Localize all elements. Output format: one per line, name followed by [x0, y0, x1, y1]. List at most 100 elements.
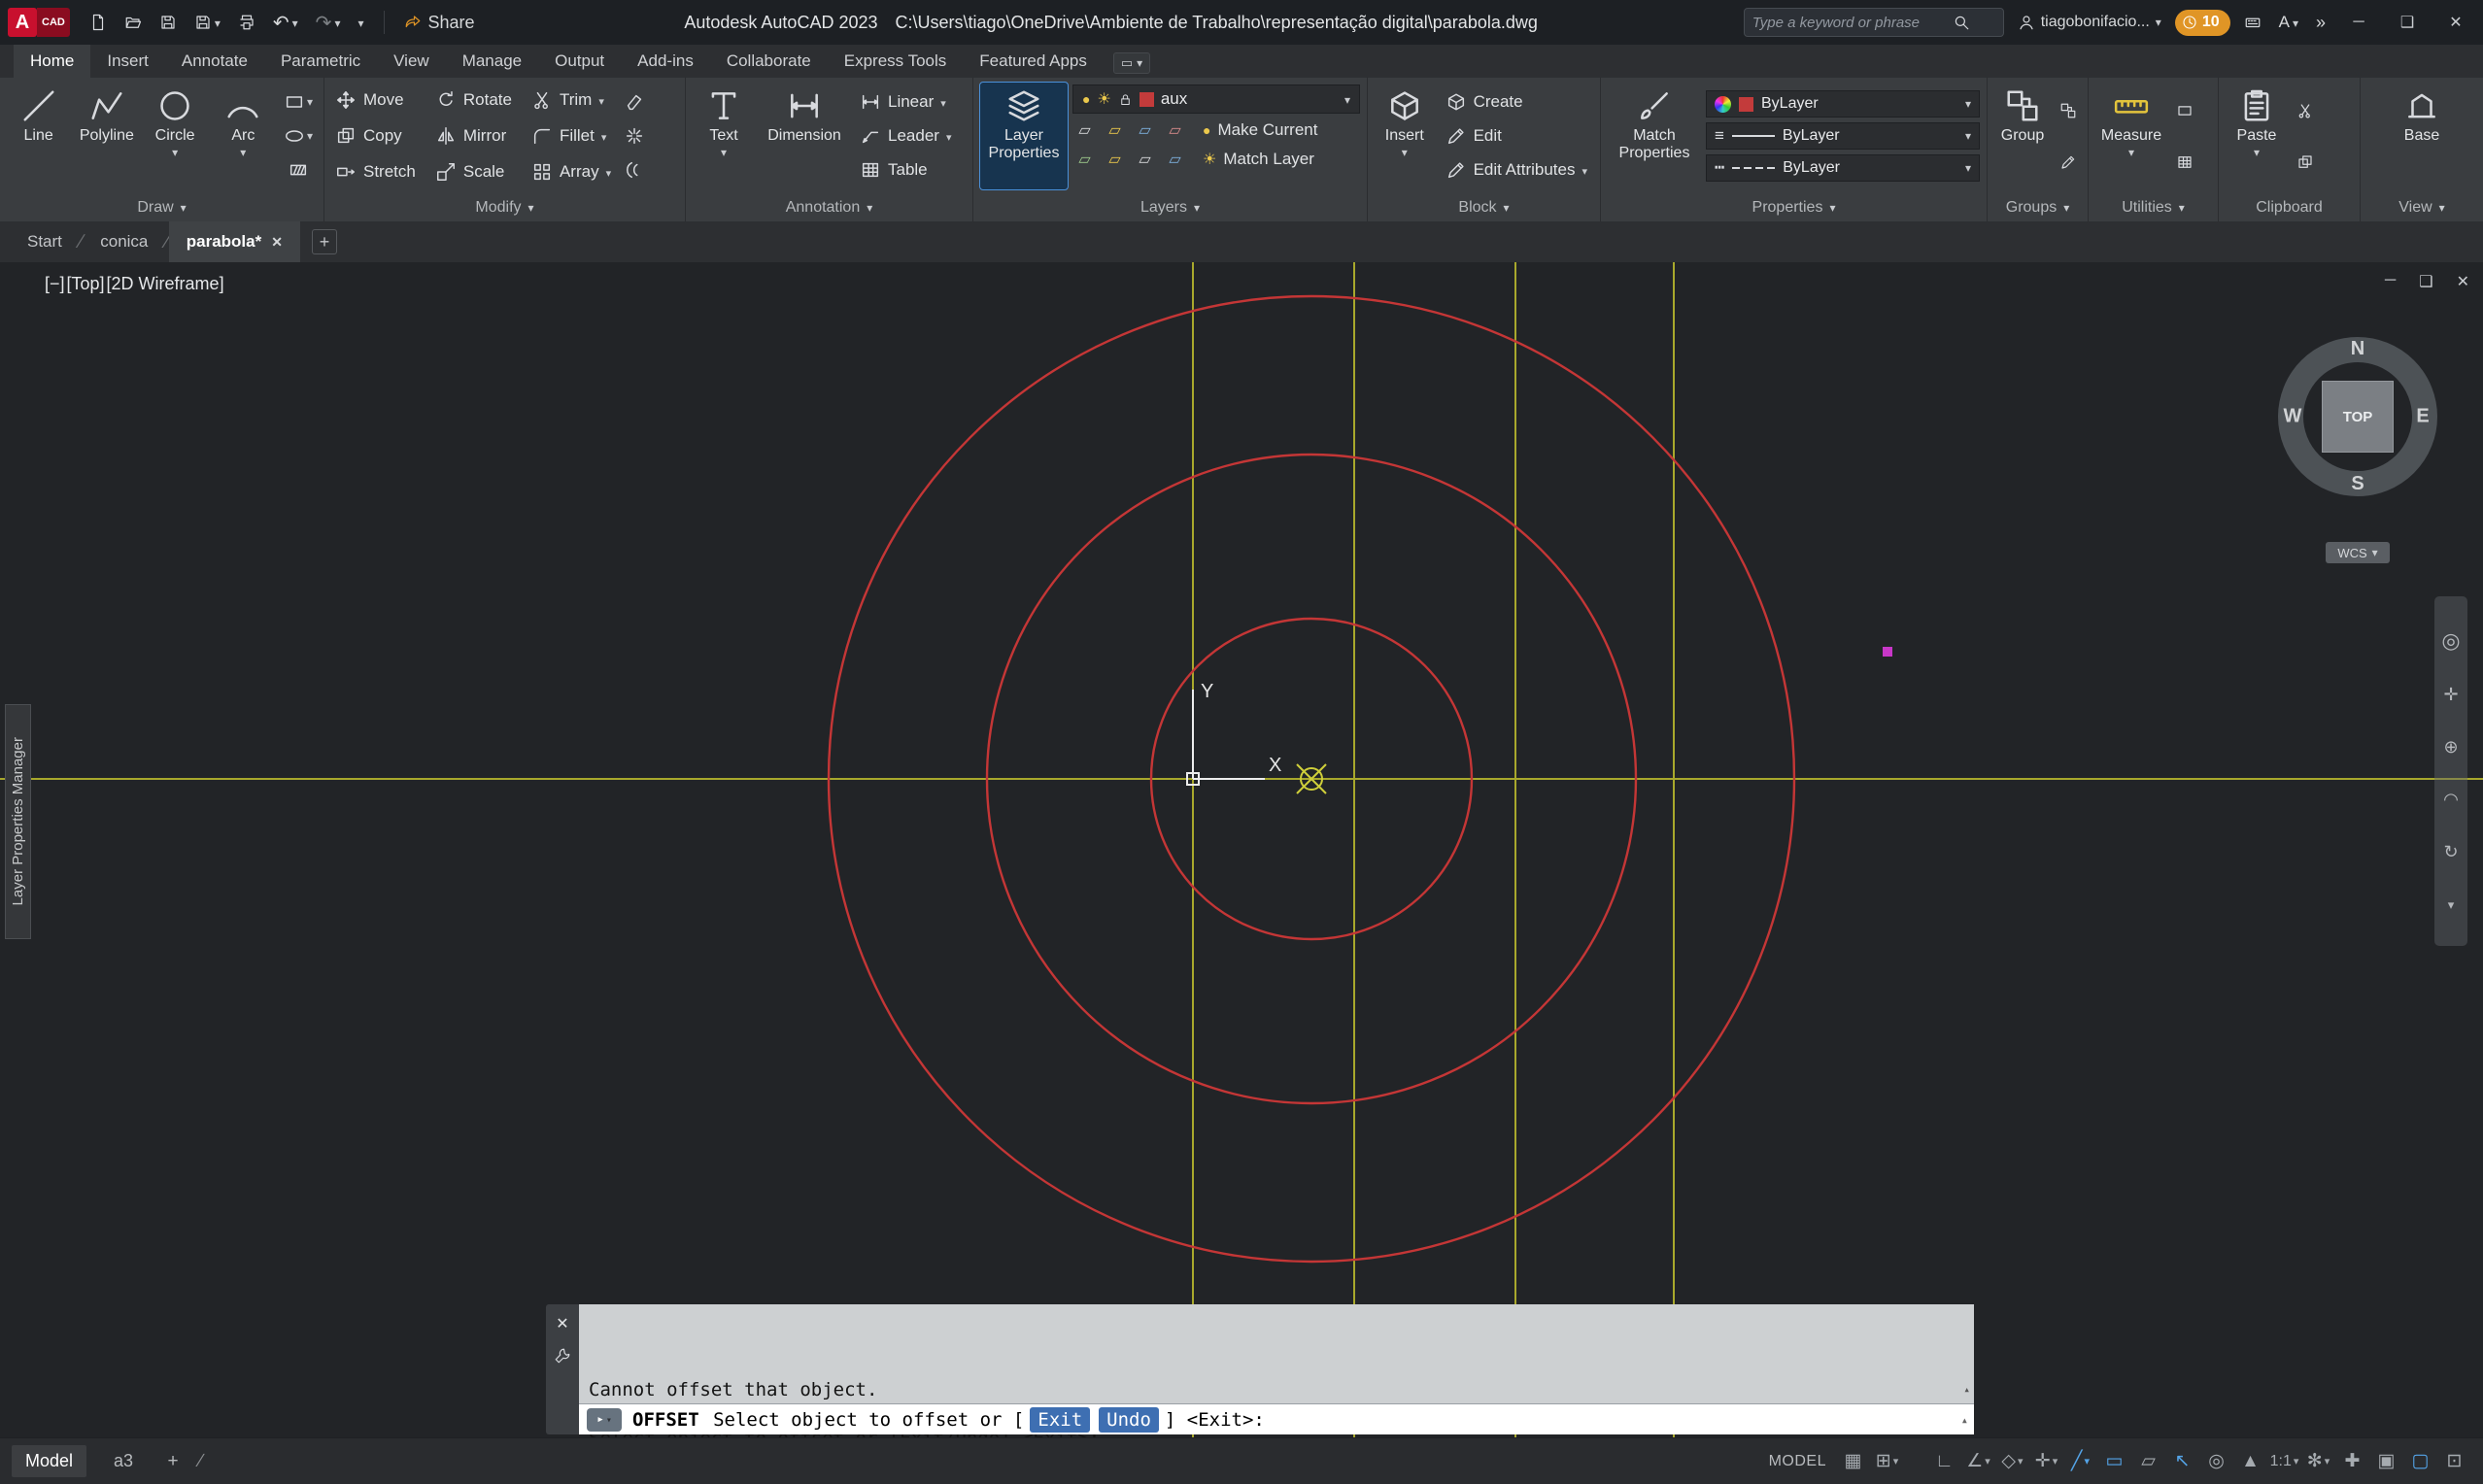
drawing-minimize-icon[interactable]: ─	[2385, 272, 2396, 291]
ribbon-tab[interactable]: Manage	[446, 45, 538, 78]
measure-button[interactable]: Measure	[2095, 83, 2167, 189]
rectangle-button[interactable]	[282, 89, 315, 115]
groups-panel-title[interactable]: Groups	[1988, 194, 2088, 221]
ucs-icon[interactable]	[1186, 690, 1265, 786]
command-option-undo[interactable]: Undo	[1099, 1406, 1159, 1433]
viewport-menu-control[interactable]: [−]	[45, 274, 65, 294]
status-toggle[interactable]: ▢	[2403, 1444, 2437, 1479]
space-mode-label[interactable]: MODEL	[1769, 1453, 1826, 1470]
erase-button[interactable]	[622, 89, 647, 115]
make-current-button[interactable]: Make Current	[1199, 119, 1321, 141]
navigation-wheel-icon[interactable]	[2441, 628, 2460, 654]
layer-properties-palette-tab[interactable]: Layer Properties Manager	[5, 704, 31, 939]
new-file-tab-button[interactable]: +	[311, 229, 337, 254]
modify-tool-button[interactable]: Stretch	[331, 160, 420, 184]
undo-button[interactable]: ↶	[269, 8, 302, 38]
status-toggle[interactable]: ∟	[1927, 1444, 1961, 1479]
ribbon-tab[interactable]: Annotate	[165, 45, 264, 78]
status-toggle[interactable]: ◇	[1995, 1444, 2029, 1479]
ribbon-tab[interactable]: View	[377, 45, 446, 78]
layer-combo-dropdown[interactable]	[1344, 94, 1350, 105]
account-menu[interactable]: tiagobonifacio...	[2014, 11, 2165, 34]
quick-calculator-button[interactable]	[2174, 152, 2195, 173]
recent-commands-icon[interactable]: ▴	[1961, 1413, 1968, 1427]
status-toggle[interactable]: ▦	[1836, 1444, 1870, 1479]
ellipse-button[interactable]	[282, 123, 315, 149]
layer-tool-icon[interactable]	[1072, 150, 1097, 169]
ribbon-tab[interactable]: Output	[538, 45, 621, 78]
line-button[interactable]: Line	[7, 83, 70, 189]
status-toggle[interactable]: ◎	[2199, 1444, 2233, 1479]
polyline-button[interactable]: Polyline	[75, 83, 138, 189]
match-layer-button[interactable]: Match Layer	[1199, 149, 1318, 170]
navbar-more-icon[interactable]	[2448, 894, 2455, 914]
redo-button[interactable]: ↷	[312, 8, 345, 38]
layer-lock-icon[interactable]	[1118, 92, 1133, 107]
annotation-panel-title[interactable]: Annotation	[686, 194, 972, 221]
status-toggle[interactable]: ↖	[2165, 1444, 2199, 1479]
layer-properties-button[interactable]: Layer Properties	[979, 82, 1069, 190]
orbit-icon[interactable]	[2443, 790, 2459, 810]
ungroup-button[interactable]	[2058, 100, 2079, 121]
viewcube-east[interactable]: E	[2411, 406, 2434, 428]
viewcube-west[interactable]: W	[2281, 406, 2304, 428]
keyboard-shortcuts-button[interactable]	[2240, 11, 2265, 34]
arc-dropdown[interactable]	[240, 148, 246, 157]
status-toggle[interactable]: ✛	[2029, 1444, 2063, 1479]
paste-button[interactable]: Paste	[2226, 83, 2288, 189]
wcs-selector[interactable]: WCS	[2326, 542, 2390, 563]
hatch-button[interactable]	[286, 157, 311, 183]
draw-panel-title[interactable]: Draw	[0, 194, 323, 221]
open-drawing-button[interactable]	[120, 11, 146, 34]
drawing-viewport[interactable]: Y X	[0, 262, 2483, 1437]
file-tab[interactable]: conica	[83, 221, 165, 262]
layer-tool-icon[interactable]	[1163, 150, 1187, 169]
layout-overflow-icon[interactable]	[199, 1451, 202, 1472]
share-button[interactable]: Share	[400, 10, 479, 36]
command-customize-wrench-icon[interactable]	[554, 1347, 571, 1365]
maximize-button[interactable]: ❑	[2388, 6, 2427, 39]
circle-dropdown[interactable]	[172, 148, 178, 157]
zoom-icon[interactable]	[2443, 737, 2458, 758]
quick-select-button[interactable]	[2174, 100, 2195, 121]
view-panel-title[interactable]: View	[2361, 194, 2483, 221]
layout-tab-a3[interactable]: a3	[100, 1445, 147, 1477]
view-control[interactable]: [Top]	[67, 274, 105, 294]
status-toggle[interactable]: ╱	[2063, 1444, 2097, 1479]
clipboard-panel-title[interactable]: Clipboard	[2219, 194, 2360, 221]
annotation-tool-button[interactable]: Linear	[856, 90, 950, 114]
status-toggle[interactable]: ▣	[2369, 1444, 2403, 1479]
linetype-combo[interactable]: ┅ ByLayer	[1706, 154, 1980, 182]
qat-customize-button[interactable]	[354, 14, 367, 31]
annotation-tool-button[interactable]: Table	[856, 158, 932, 182]
base-view-button[interactable]: Base	[2392, 83, 2452, 189]
lineweight-combo[interactable]: ≡ ByLayer	[1706, 122, 1980, 150]
command-input-line[interactable]: OFFSET Select object to offset or [ Exit…	[579, 1403, 1974, 1434]
modify-tool-button[interactable]: Trim	[527, 88, 615, 112]
linetype-dropdown[interactable]	[1965, 163, 1971, 173]
status-toggle[interactable]: 1:1	[2267, 1444, 2301, 1479]
drawing-restore-icon[interactable]: ❑	[2419, 272, 2432, 291]
viewcube-south[interactable]: S	[2346, 473, 2369, 495]
layer-on-icon[interactable]	[1082, 89, 1090, 109]
save-button[interactable]	[155, 11, 181, 34]
visual-style-control[interactable]: [2D Wireframe]	[107, 274, 224, 294]
layer-tool-icon[interactable]	[1133, 120, 1157, 140]
block-tool-button[interactable]: Edit Attributes	[1442, 158, 1591, 182]
status-toggle[interactable]: ⊞	[1870, 1444, 1904, 1479]
status-toggle[interactable]: ✻	[2301, 1444, 2335, 1479]
modify-tool-button[interactable]: Copy	[331, 124, 420, 148]
command-window-grip[interactable]: ✕	[546, 1304, 579, 1434]
insert-dropdown[interactable]	[1402, 148, 1408, 157]
layer-tool-icon[interactable]	[1163, 120, 1187, 140]
command-options-badge[interactable]	[587, 1407, 622, 1432]
insert-block-button[interactable]: Insert	[1375, 83, 1435, 189]
layer-control-combo[interactable]: aux	[1072, 84, 1360, 114]
viewcube-top-face[interactable]: TOP	[2322, 381, 2394, 453]
file-tab[interactable]: parabola*	[168, 221, 300, 262]
modify-tool-button[interactable]: Rotate	[431, 88, 516, 112]
modify-panel-title[interactable]: Modify	[324, 194, 685, 221]
cut-button[interactable]	[2295, 100, 2316, 121]
plot-button[interactable]	[234, 11, 259, 34]
ribbon-tab[interactable]: Insert	[90, 45, 165, 78]
